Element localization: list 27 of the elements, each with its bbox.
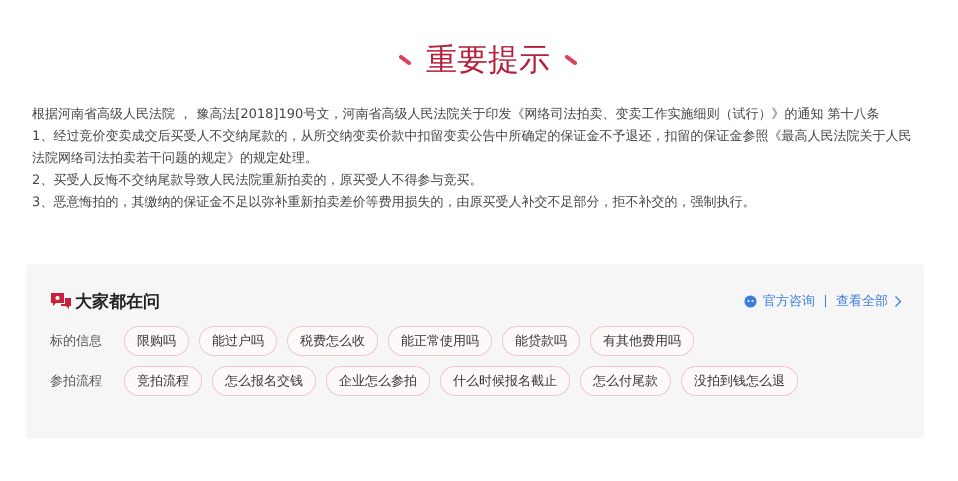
- notice-paragraph: 2、买受人反悔不交纳尾款导致人民法院重新拍卖的，原买受人不得参与竞买。: [32, 172, 484, 190]
- faq-heading: 大家都在问: [75, 290, 160, 312]
- question-tag[interactable]: 没拍到钱怎么退: [681, 366, 798, 396]
- chevron-right-icon: [894, 294, 902, 308]
- question-tag[interactable]: 能正常使用吗: [388, 326, 492, 356]
- notice-paragraph: 1、经过竞价变卖成交后买受人不交纳尾款的，从所交纳变卖价款中扣留变卖公告中所确定的保证金不予退还，扣留的保证金参照《最高人民法院关于人民法院网络司法拍卖若干问题的规定》的规定处理。: [32, 128, 912, 168]
- question-tag[interactable]: 限购吗: [124, 326, 189, 356]
- consult-link[interactable]: 官方咨询: [763, 292, 815, 310]
- question-tag[interactable]: 有其他费用吗: [590, 326, 694, 356]
- question-tag[interactable]: 企业怎么参拍: [326, 366, 430, 396]
- chat-bubble-icon: [744, 294, 757, 308]
- question-tag[interactable]: 税费怎么收: [287, 326, 378, 356]
- question-tag[interactable]: 能贷款吗: [502, 326, 580, 356]
- question-tag[interactable]: 怎么报名交钱: [212, 366, 316, 396]
- group-label: 参拍流程: [50, 373, 103, 390]
- dash-icon: [564, 54, 578, 66]
- question-tag[interactable]: 怎么付尾款: [580, 366, 671, 396]
- question-tag[interactable]: 竞拍流程: [124, 366, 202, 396]
- question-chat-icon: [50, 292, 72, 310]
- view-all-link[interactable]: 查看全部: [836, 292, 888, 310]
- group-label: 标的信息: [50, 333, 103, 350]
- notice-paragraph: 3、恶意悔拍的，其缴纳的保证金不足以弥补重新拍卖差价等费用损失的，由原买受人补交不足部分，拒不补交的，强制执行。: [32, 194, 756, 212]
- dash-icon: [398, 54, 412, 66]
- question-tag[interactable]: 什么时候报名截止: [440, 366, 570, 396]
- section-title: 重要提示: [426, 41, 550, 80]
- notice-paragraph: 根据河南省高级人民法院 ， 豫高法[2018]190号文，河南省高级人民法院关于印发《网络司法拍卖、变卖工作实施细则（试行）》的通知 第十八条: [32, 106, 880, 124]
- question-tag[interactable]: 能过户吗: [199, 326, 277, 356]
